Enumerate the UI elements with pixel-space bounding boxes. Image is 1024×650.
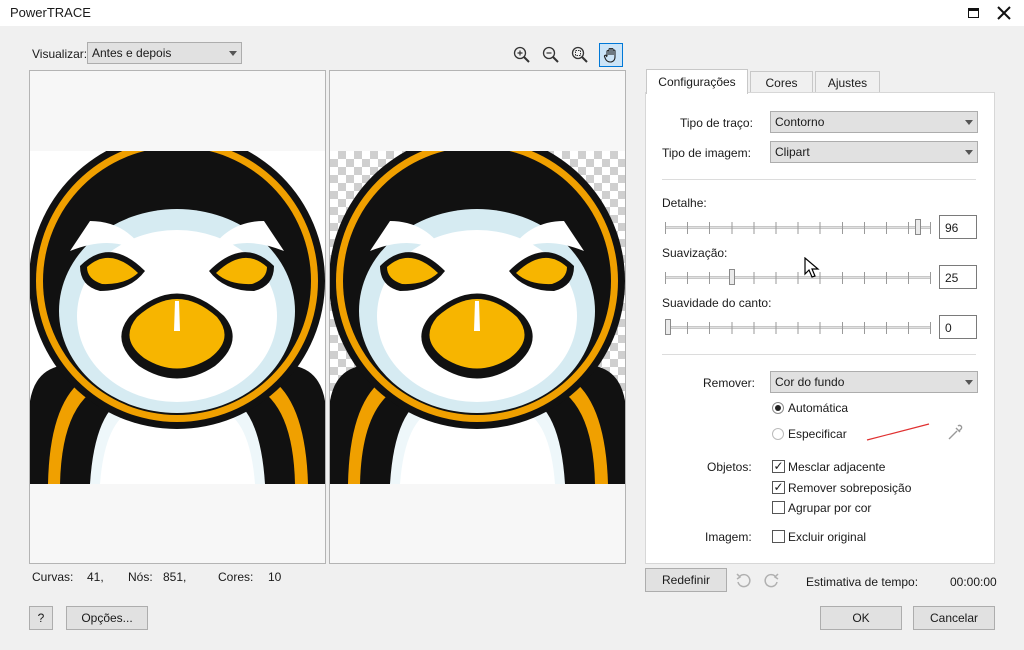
penguin-mascot-traced [330,133,625,484]
remove-label: Remover: [703,376,756,390]
delete-original-checkbox[interactable] [772,530,785,543]
ok-button[interactable]: OK [820,606,902,630]
group-checkbox[interactable] [772,501,785,514]
eyedropper-icon[interactable] [946,424,964,442]
reset-button[interactable]: Redefinir [645,568,727,592]
traced-image [330,133,625,484]
divider [662,354,976,355]
merge-label[interactable]: Mesclar adjacente [788,460,885,474]
trace-type-label: Tipo de traço: [680,116,753,130]
corner-input[interactable]: 0 [939,315,977,339]
image-type-value: Clipart [775,145,810,159]
corner-label: Suavidade do canto: [662,296,772,310]
options-button[interactable]: Opções... [66,606,148,630]
image-label: Imagem: [705,530,752,544]
detail-label: Detalhe: [662,196,707,210]
curves-label: Curvas: [32,570,74,584]
curves-value: 41, [87,570,104,584]
overlap-label[interactable]: Remover sobreposição [788,481,911,495]
smoothing-label: Suavização: [662,246,728,260]
window-title: PowerTRACE [10,5,91,20]
detail-input[interactable]: 96 [939,215,977,239]
time-estimate-value: 00:00:00 [950,575,997,589]
chevron-down-icon [965,380,973,385]
zoom-fit-button[interactable] [568,43,592,67]
zoom-out-button[interactable] [539,43,563,67]
pan-button[interactable] [599,43,623,67]
view-select[interactable]: Antes e depois [87,42,242,64]
maximize-button[interactable] [962,2,984,24]
preview-before-pane[interactable] [29,70,326,564]
chevron-down-icon [965,150,973,155]
close-icon [997,6,1011,20]
original-image [30,133,325,484]
preview-after-pane[interactable] [329,70,626,564]
hand-icon [603,47,616,63]
view-select-value: Antes e depois [92,46,172,60]
specify-radio[interactable] [772,428,784,440]
close-button[interactable] [993,2,1015,24]
zoom-out-icon [542,46,559,63]
penguin-mascot-original [30,133,325,484]
corner-slider-thumb[interactable] [665,319,671,335]
merge-checkbox[interactable]: ✓ [772,460,785,473]
objects-label: Objetos: [707,460,752,474]
image-type-label: Tipo de imagem: [662,146,751,160]
nodes-value: 851, [163,570,187,584]
smoothing-slider[interactable] [665,266,931,288]
tab-cores[interactable]: Cores [750,71,813,93]
redo-icon[interactable] [764,572,780,588]
smoothing-input[interactable]: 25 [939,265,977,289]
overlap-checkbox[interactable]: ✓ [772,481,785,494]
chevron-down-icon [965,120,973,125]
trace-type-select[interactable]: Contorno [770,111,978,133]
image-type-select[interactable]: Clipart [770,141,978,163]
colors-value: 10 [268,570,282,584]
remove-select[interactable]: Cor do fundo [770,371,978,393]
view-label: Visualizar: [32,47,88,61]
cancel-button[interactable]: Cancelar [913,606,995,630]
title-bar [0,0,1024,26]
zoom-in-button[interactable] [510,43,534,67]
smoothing-slider-thumb[interactable] [729,269,735,285]
tab-configuracoes[interactable]: Configurações [646,69,748,94]
maximize-icon [967,8,979,18]
remove-value: Cor do fundo [775,375,845,389]
nodes-label: Nós: [128,570,153,584]
chevron-down-icon [229,51,237,56]
time-estimate-label: Estimativa de tempo: [806,575,919,589]
colors-label: Cores: [218,570,254,584]
undo-icon[interactable] [735,572,751,588]
detail-slider-thumb[interactable] [915,219,921,235]
tab-ajustes[interactable]: Ajustes [815,71,880,93]
divider [662,179,976,180]
group-label[interactable]: Agrupar por cor [788,501,871,515]
help-button[interactable]: ? [29,606,53,630]
mouse-cursor-icon [804,257,820,278]
trace-type-value: Contorno [775,115,825,129]
zoom-in-icon [513,46,530,63]
automatic-label[interactable]: Automática [788,401,848,415]
color-swatch-none[interactable] [866,423,930,441]
automatic-radio[interactable] [772,402,784,414]
corner-slider[interactable] [665,316,931,338]
detail-slider[interactable] [665,216,931,238]
specify-label[interactable]: Especificar [788,427,847,441]
zoom-fit-icon [571,46,588,63]
delete-original-label[interactable]: Excluir original [788,530,866,544]
